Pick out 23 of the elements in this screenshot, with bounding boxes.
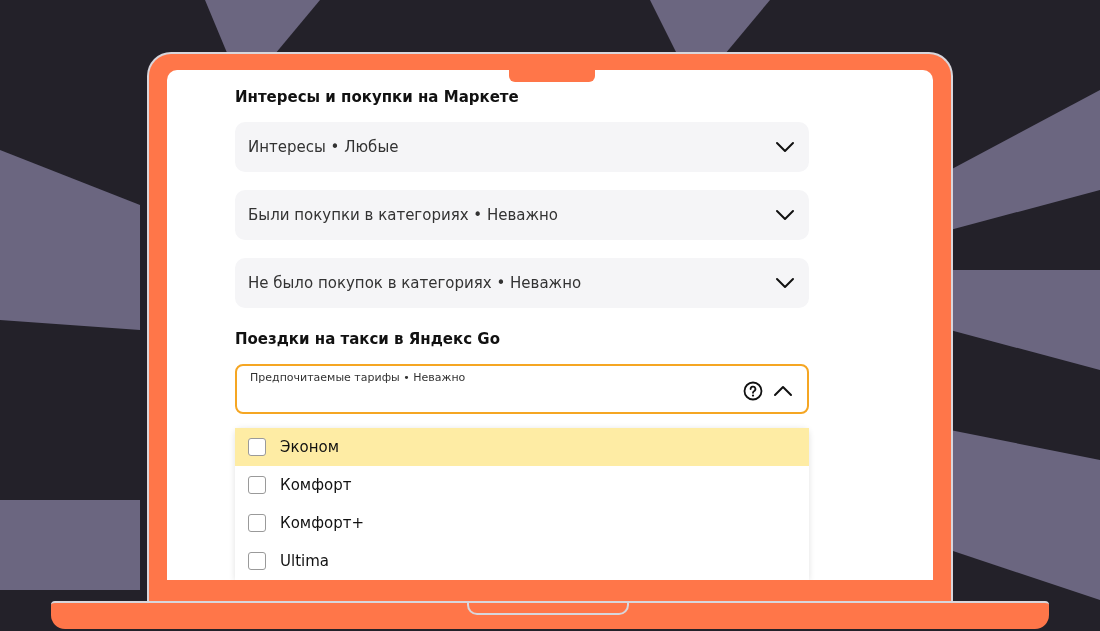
help-icon[interactable] (743, 381, 763, 401)
checkbox[interactable] (248, 552, 266, 570)
section-title: Поездки на такси в Яндекс Go (235, 330, 501, 348)
checkbox[interactable] (248, 476, 266, 494)
option-label: Эконом (280, 438, 339, 456)
chevron-down-icon[interactable] (775, 141, 795, 153)
chevron-down-icon[interactable] (775, 209, 795, 221)
option-item[interactable]: Комфорт (235, 466, 809, 504)
option-label: Ultima (280, 552, 329, 570)
option-label: Комфорт (280, 476, 352, 494)
section-title: Интересы и покупки на Маркете (235, 88, 520, 106)
filter-dropdown[interactable]: Предпочитаемые тарифы • Неважно (235, 364, 809, 414)
option-item[interactable]: Ultima (235, 542, 809, 580)
chevron-up-icon[interactable] (773, 385, 793, 397)
filter-dropdown[interactable]: Интересы • Любые (235, 122, 809, 172)
filter-dropdown[interactable]: Не было покупок в категориях • Неважно (235, 258, 809, 308)
option-label: Комфорт+ (280, 514, 364, 532)
option-item[interactable]: Эконом (235, 428, 809, 466)
filter-dropdown[interactable]: Были покупки в категориях • Неважно (235, 190, 809, 240)
checkbox[interactable] (248, 438, 266, 456)
checkbox[interactable] (248, 514, 266, 532)
option-item[interactable]: Комфорт+ (235, 504, 809, 542)
chevron-down-icon[interactable] (775, 277, 795, 289)
